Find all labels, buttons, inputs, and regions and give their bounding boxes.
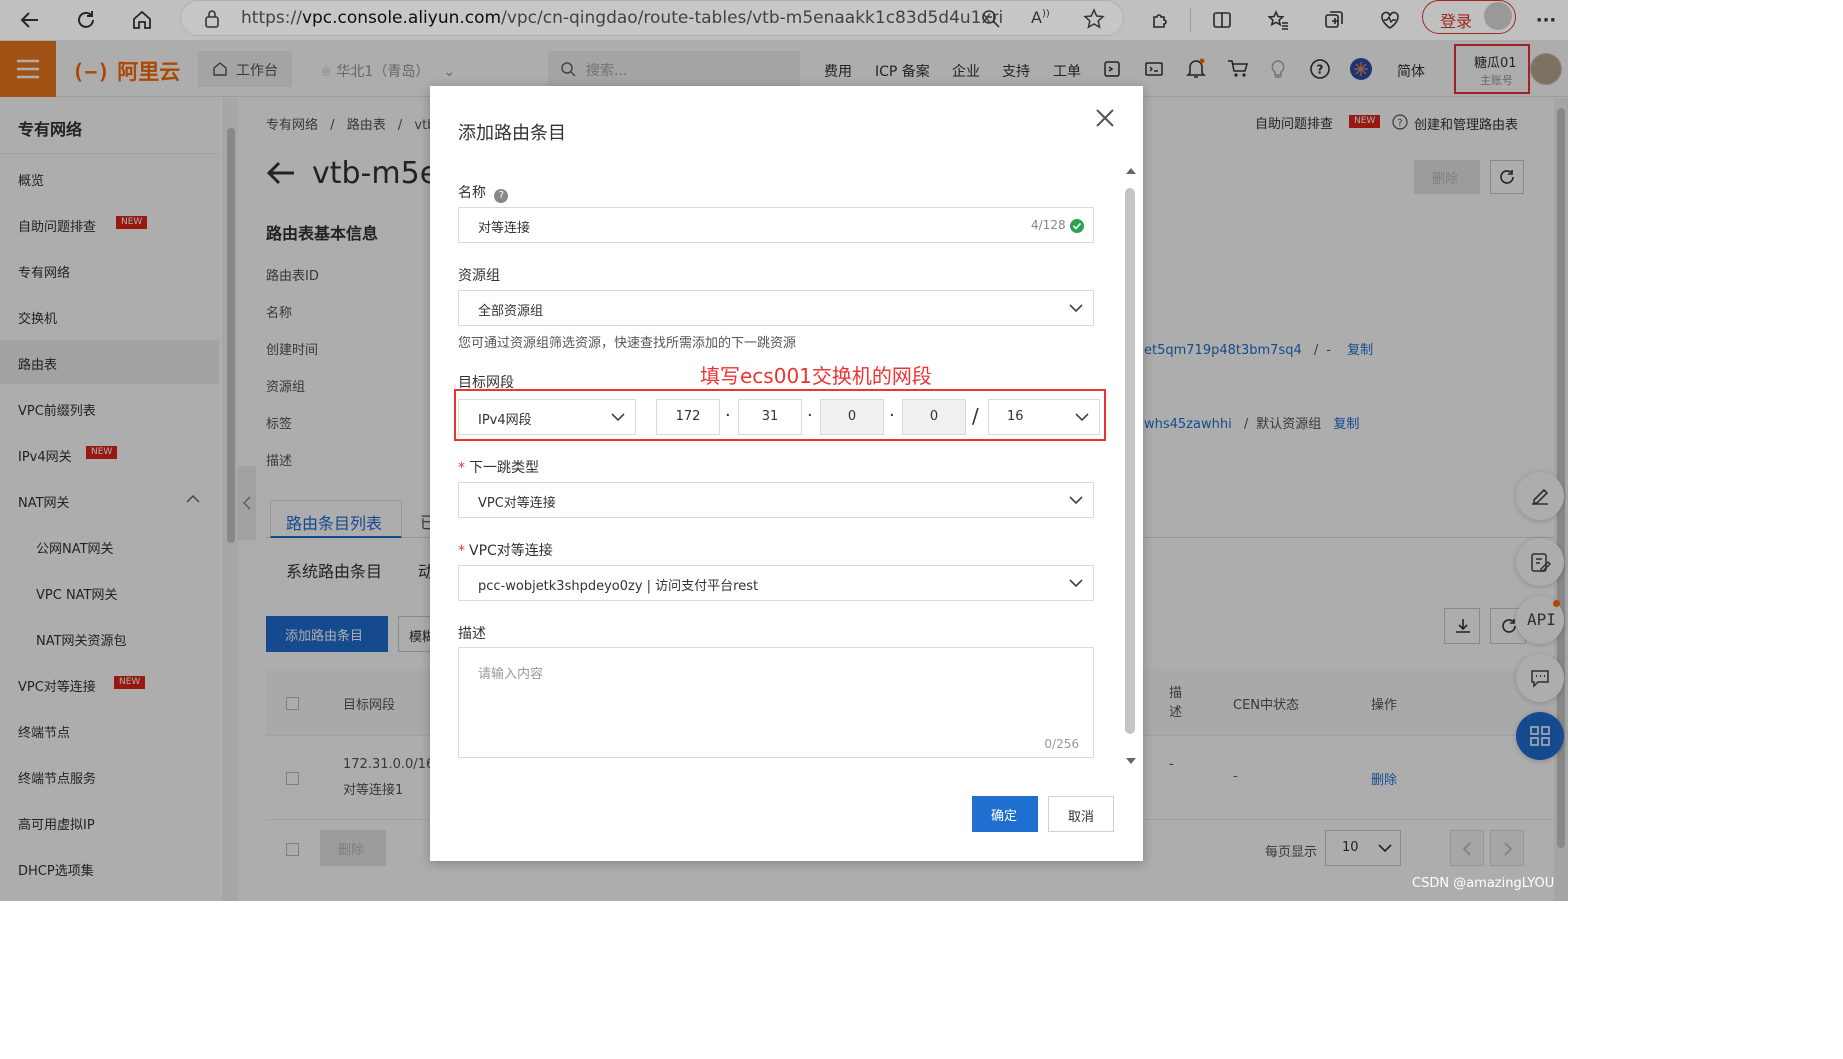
description-label: 描述 [458, 626, 486, 642]
cidr-slash: / [972, 404, 979, 428]
resource-group-label: 资源组 [458, 268, 500, 284]
description-textarea[interactable]: 请输入内容 0/256 [458, 647, 1094, 758]
ip-octet-1[interactable]: 172 [656, 399, 720, 435]
nexthop-type-select[interactable]: VPC对等连接 [458, 482, 1094, 518]
description-char-count: 0/256 [1044, 737, 1079, 751]
check-circle-icon [1070, 219, 1084, 233]
dialog-title: 添加路由条目 [458, 123, 566, 144]
nexthop-type-label: * 下一跳类型 [458, 460, 539, 476]
chevron-down-icon [1069, 493, 1083, 507]
ip-octet-4[interactable]: 0 [902, 399, 966, 435]
octet-separator: · [807, 405, 813, 426]
dialog-scrollbar[interactable] [1120, 166, 1140, 776]
ip-version-select[interactable]: IPv4网段 [458, 399, 636, 435]
watermark-text: CSDN @amazingLYOU [1412, 876, 1555, 891]
annotation-text: 填写ecs001交换机的网段 [700, 364, 932, 388]
vpc-peering-label: * VPC对等连接 [458, 543, 553, 559]
name-input[interactable]: 对等连接 4/128 [458, 207, 1094, 243]
resource-group-hint: 您可通过资源组筛选资源，快速查找所需添加的下一跳资源 [458, 336, 797, 351]
confirm-button[interactable]: 确定 [972, 796, 1038, 832]
cidr-mask-select[interactable]: 16 [988, 399, 1100, 435]
chevron-down-icon [1069, 576, 1083, 590]
add-route-entry-dialog: 添加路由条目 名称 ? 对等连接 4/128 资源组 全部资源组 您可通过资源组… [430, 86, 1143, 861]
chevron-down-icon [1075, 410, 1089, 424]
octet-separator: · [889, 405, 895, 426]
ip-octet-2[interactable]: 31 [738, 399, 802, 435]
chevron-down-icon [611, 410, 625, 424]
info-icon[interactable]: ? [494, 189, 509, 203]
name-char-count: 4/128 [1031, 218, 1066, 232]
chevron-down-icon [1069, 301, 1083, 315]
cancel-button[interactable]: 取消 [1048, 796, 1114, 832]
close-icon[interactable] [1094, 107, 1116, 129]
ip-octet-3[interactable]: 0 [820, 399, 884, 435]
name-label: 名称 ? [458, 182, 509, 203]
browser-dim-overlay [0, 0, 1568, 41]
resource-group-select[interactable]: 全部资源组 [458, 290, 1094, 326]
octet-separator: · [725, 405, 731, 426]
vpc-peering-select[interactable]: pcc-wobjetk3shpdeyo0zy | 访问支付平台rest [458, 565, 1094, 601]
